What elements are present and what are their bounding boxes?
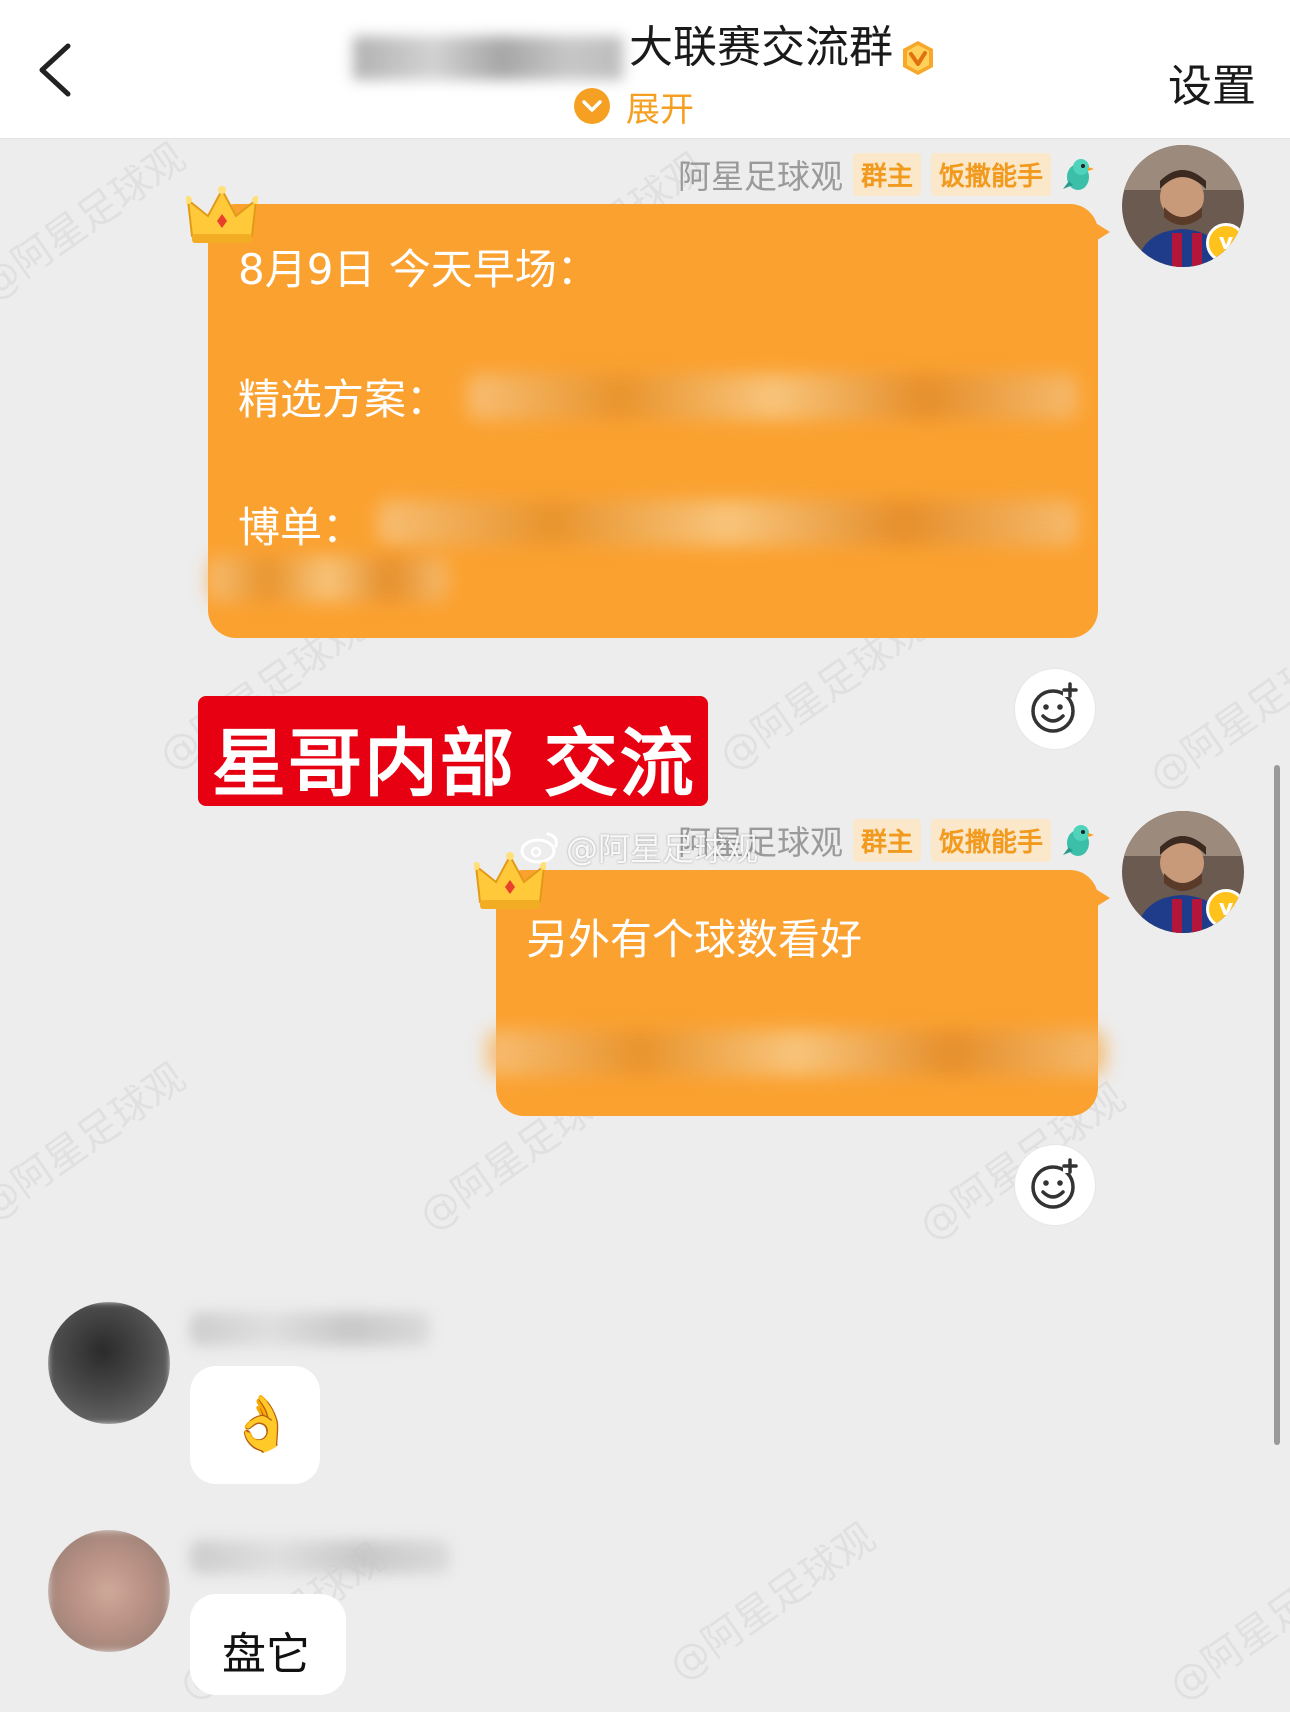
- weibo-handle: @阿星足球观: [566, 830, 759, 868]
- back-button[interactable]: [34, 40, 94, 100]
- title-tag: 饭撒能手: [930, 152, 1051, 196]
- redacted-member-name: [190, 1540, 450, 1574]
- watermark: @阿星足球观: [0, 1054, 194, 1230]
- sender-row: 阿星足球观 群主 饭撒能手: [678, 150, 1095, 198]
- crown-icon: [186, 186, 258, 243]
- message-bubble[interactable]: 8月9日 今天早场： 精选方案： 博单：: [208, 204, 1110, 638]
- watermark: @阿星足球观: [0, 134, 194, 310]
- member-avatar[interactable]: [48, 1302, 170, 1424]
- bubble-tail: [1094, 888, 1110, 908]
- chat-header: 大联赛交流群 展开 设置: [0, 0, 1290, 139]
- owner-tag: 群主: [852, 818, 921, 862]
- message-bubble[interactable]: 盘它: [190, 1594, 346, 1695]
- redacted-text: [378, 500, 1078, 546]
- message-line: 另外有个球数看好: [526, 915, 863, 964]
- group-title: 大联赛交流群: [300, 20, 990, 80]
- member-avatar[interactable]: [48, 1530, 170, 1652]
- emoji-add-icon: [1031, 1158, 1078, 1209]
- redacted-member-name: [190, 1312, 430, 1346]
- scrollbar[interactable]: [1274, 765, 1280, 1445]
- verified-badge-icon: v: [1206, 223, 1244, 263]
- verified-badge-icon: v: [1206, 889, 1244, 929]
- add-reaction-button[interactable]: [1014, 668, 1096, 750]
- owner-tag: 群主: [852, 152, 921, 196]
- chevron-left-icon: [39, 43, 71, 97]
- settings-button[interactable]: 设置: [1168, 50, 1256, 114]
- message-line: 精选方案：: [238, 375, 449, 424]
- watermark: @阿星足球观: [660, 1514, 884, 1690]
- bird-badge-icon: [1063, 825, 1094, 856]
- group-title-text: 大联赛交流群: [629, 22, 893, 73]
- watermark: @阿星足球观: [1140, 624, 1290, 800]
- weibo-watermark: @阿星足球观: [520, 824, 758, 870]
- watermark: @阿星足球观: [1160, 1534, 1290, 1710]
- message-line: 8月9日 今天早场：: [238, 245, 599, 294]
- add-reaction-button[interactable]: [1014, 1144, 1096, 1226]
- avatar-image: [48, 1530, 170, 1652]
- message-bubble[interactable]: 另外有个球数看好: [486, 870, 1110, 1116]
- redacted-text: [468, 374, 1078, 420]
- emoji-add-icon: [1031, 682, 1078, 733]
- verified-badge-icon: [903, 40, 933, 75]
- message-bubble[interactable]: 👌: [190, 1366, 320, 1484]
- expand-button[interactable]: 展开: [574, 84, 694, 130]
- bird-badge-icon: [1063, 159, 1094, 190]
- message-line: 博单：: [238, 503, 365, 552]
- banner-text: 星哥内部 交流: [212, 721, 696, 807]
- bubble-tail: [1094, 222, 1110, 242]
- promo-banner: 星哥内部 交流: [198, 696, 708, 807]
- chevron-down-circle-icon: [574, 88, 610, 124]
- message-emoji: 👌: [228, 1392, 296, 1455]
- crown-icon: [474, 852, 546, 909]
- message-text: 盘它: [222, 1629, 310, 1680]
- sender-avatar[interactable]: v: [1122, 145, 1244, 267]
- redacted-text: [486, 1030, 1106, 1076]
- title-tag: 饭撒能手: [930, 818, 1051, 862]
- expand-label: 展开: [626, 89, 694, 130]
- redacted-text: [208, 556, 448, 602]
- sender-name: 阿星足球观: [677, 157, 843, 196]
- redacted-title-part: [353, 35, 623, 80]
- avatar-image: [48, 1302, 170, 1424]
- sender-avatar[interactable]: v: [1122, 811, 1244, 933]
